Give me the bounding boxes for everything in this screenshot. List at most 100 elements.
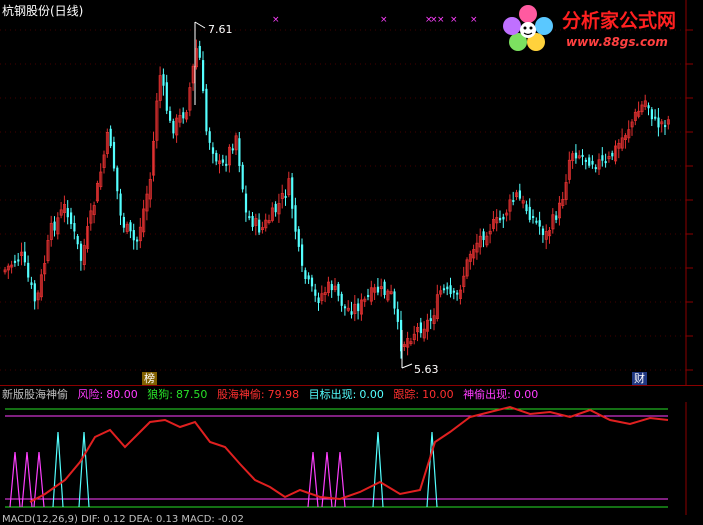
candle-body [310, 277, 314, 287]
high-arrow-icon [194, 21, 206, 29]
candle-body [317, 297, 320, 303]
indicator-header: 新版股海神偷 风险: 80.00 狼狗: 87.50 股海神偷: 79.98 目标出现… [2, 388, 538, 401]
candle-body [23, 251, 26, 263]
candle-body [248, 216, 251, 219]
window-title: 杭钢股份(日线) [2, 4, 84, 18]
candle-body [169, 111, 172, 121]
field-value-target: 0.00 [359, 388, 384, 401]
macd-readout: MACD(12,26,9) DIF: 0.12 DEA: 0.13 MACD: … [2, 514, 244, 525]
candle-body [284, 195, 287, 198]
signal-x-marker: × [272, 15, 280, 25]
candle-body [17, 259, 20, 262]
field-value-track: 10.00 [422, 388, 454, 401]
indicator-spike [78, 431, 90, 508]
candle-body [136, 239, 139, 242]
candle-body [594, 167, 597, 170]
candle-body [446, 286, 449, 290]
candle-body [33, 283, 36, 302]
badge-cai[interactable]: 财 [632, 372, 647, 385]
field-label-wolfdog: 狼狗: [147, 388, 173, 401]
candle-body [314, 289, 317, 296]
candle-body [532, 216, 535, 219]
candle-body [221, 159, 224, 163]
field-label-thief: 神偷出现: [463, 388, 511, 401]
candle-body [172, 120, 175, 134]
candle-body [238, 138, 241, 166]
candle-body [76, 236, 79, 245]
candle-body [294, 205, 297, 232]
candle-body [198, 45, 201, 58]
signal-x-marker: × [437, 15, 445, 25]
indicator-name: 新版股海神偷 [2, 388, 68, 401]
candle-body [525, 204, 528, 212]
price-candlestick-chart[interactable]: × × ×× × × × [0, 0, 703, 385]
field-value-risk: 80.00 [106, 388, 138, 401]
candle-body [66, 208, 69, 218]
candle-body [502, 216, 505, 220]
candle-body [116, 167, 119, 192]
candle-body [225, 163, 228, 166]
high-price-label: 7.61 [208, 23, 233, 36]
indicator-spike [372, 431, 384, 508]
candle-body [337, 283, 340, 296]
flower-logo-icon [503, 5, 553, 51]
candle-body [664, 125, 667, 128]
candle-body [574, 152, 578, 159]
candle-body [119, 193, 122, 216]
candle-body [647, 105, 650, 109]
candle-body [499, 217, 502, 221]
candle-body [340, 293, 343, 306]
candle-body [588, 157, 591, 166]
candle-body [611, 152, 614, 157]
candle-body [304, 270, 307, 279]
candle-body [528, 206, 531, 220]
candle-body [343, 306, 347, 309]
candle-body [452, 290, 455, 293]
candle-body [251, 215, 254, 227]
candle-body [109, 128, 112, 147]
candle-body [258, 219, 261, 233]
candle-body [112, 141, 116, 169]
candle-body [30, 282, 33, 286]
candle-body [182, 112, 185, 119]
candle-body [456, 292, 459, 295]
stock-chart-window: × × × × × × × 杭钢股份(日线) 分析家公式网 www.88gs.com 7.6… [0, 0, 703, 525]
candle-body [132, 230, 135, 241]
field-label-target: 目标出现: [308, 388, 357, 401]
candle-body [601, 155, 604, 161]
candle-body [393, 291, 396, 309]
watermark-name: 分析家公式网 [562, 10, 677, 32]
candle-body [376, 286, 380, 293]
indicator-spike [52, 431, 64, 508]
candle-body [657, 117, 660, 128]
candle-body [27, 262, 30, 278]
candle-body [205, 88, 208, 132]
badge-bang[interactable]: 榜 [142, 372, 157, 385]
signal-x-marker: × [380, 15, 388, 25]
candle-body [654, 116, 657, 119]
candle-body [581, 154, 584, 157]
field-label-risk: 风险: [77, 388, 104, 401]
candle-body [419, 322, 422, 334]
candle-body [291, 177, 294, 209]
candle-body [449, 285, 452, 295]
candle-body [129, 222, 132, 232]
candle-body [244, 193, 248, 213]
candle-body [535, 220, 538, 223]
candle-body [650, 109, 653, 120]
candle-body [53, 221, 56, 231]
indicator-chart[interactable] [0, 402, 703, 515]
candle-body [202, 60, 205, 92]
candle-body [429, 318, 432, 322]
candle-body [330, 284, 333, 291]
candle-body [274, 203, 277, 213]
candle-body [584, 159, 587, 162]
candle-body [301, 244, 304, 266]
candle-body [162, 74, 165, 86]
candle-body [555, 215, 558, 220]
candle-body [482, 231, 485, 241]
candle-body [73, 223, 76, 232]
signal-x-marker: × [470, 15, 478, 25]
candle-body [231, 148, 234, 151]
candle-body [604, 161, 607, 164]
